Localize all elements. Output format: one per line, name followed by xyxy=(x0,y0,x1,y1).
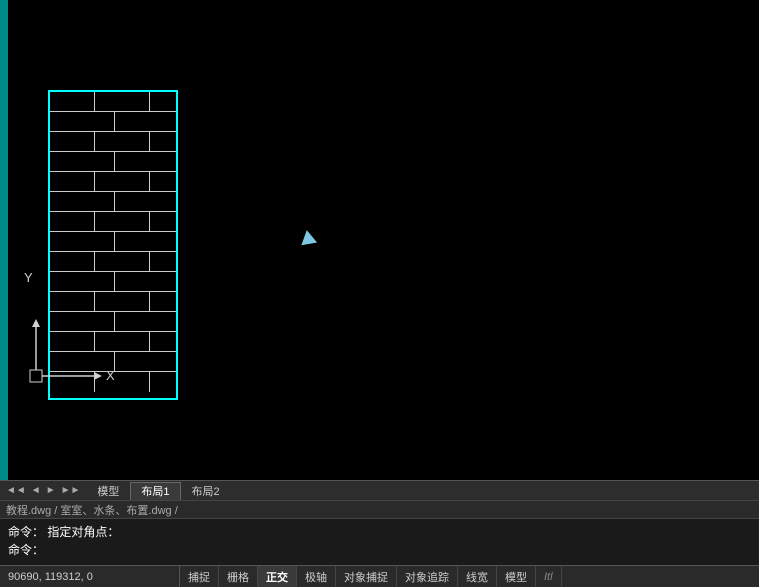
otrack-button[interactable]: 对象追踪 xyxy=(397,566,458,587)
left-strip xyxy=(0,0,8,480)
grid-button[interactable]: 栅格 xyxy=(219,566,258,587)
file-path-bar: 教程.dwg / 室室、水条、布置.dwg / xyxy=(0,501,759,519)
tab-first-button[interactable]: ◄◄ xyxy=(4,485,28,496)
snap-button[interactable]: 捕捉 xyxy=(180,566,219,587)
tab-last-button[interactable]: ►► xyxy=(59,485,83,496)
cad-canvas[interactable]: Y X xyxy=(0,0,759,480)
ortho-button[interactable]: 正交 xyxy=(258,566,297,587)
tab-layout1[interactable]: 布局1 xyxy=(130,482,180,500)
tab-layout2[interactable]: 布局2 xyxy=(181,482,231,500)
model-button[interactable]: 模型 xyxy=(497,566,536,587)
osnap-button[interactable]: 对象捕捉 xyxy=(336,566,397,587)
italic-label: Itl xyxy=(536,566,562,587)
command-area: 命令： 指定对角点： 命令： xyxy=(0,519,759,563)
coord-value: 90690, 119312, 0 xyxy=(8,571,93,583)
ucs-icon: X xyxy=(10,315,140,395)
command-label-1: 命令： xyxy=(8,525,44,539)
file-path-text: 教程.dwg / 室室、水条、布置.dwg / xyxy=(6,502,178,518)
tab-bar: ◄◄ ◄ ► ►► 模型 布局1 布局2 xyxy=(0,480,759,500)
polar-button[interactable]: 极轴 xyxy=(297,566,336,587)
tab-nav-buttons: ◄◄ ◄ ► ►► xyxy=(0,485,86,496)
tab-model[interactable]: 模型 xyxy=(86,482,130,500)
command-value-1: 指定对角点： xyxy=(47,525,119,539)
command-line-2: 命令： xyxy=(8,541,751,559)
ucs-y-label: Y xyxy=(24,270,33,285)
command-line-1: 命令： 指定对角点： xyxy=(8,523,751,541)
lineweight-button[interactable]: 线宽 xyxy=(458,566,497,587)
bottom-status-strip: 90690, 119312, 0 捕捉 栅格 正交 极轴 对象捕捉 对象追踪 线… xyxy=(0,565,759,587)
status-buttons: 捕捉 栅格 正交 极轴 对象捕捉 对象追踪 线宽 模型 Itl xyxy=(180,566,759,587)
coordinate-display: 90690, 119312, 0 xyxy=(0,566,180,587)
tab-next-button[interactable]: ► xyxy=(44,485,58,496)
svg-text:X: X xyxy=(106,368,115,383)
mouse-cursor xyxy=(299,229,317,246)
tab-prev-button[interactable]: ◄ xyxy=(29,485,43,496)
command-label-2: 命令： xyxy=(8,543,44,557)
